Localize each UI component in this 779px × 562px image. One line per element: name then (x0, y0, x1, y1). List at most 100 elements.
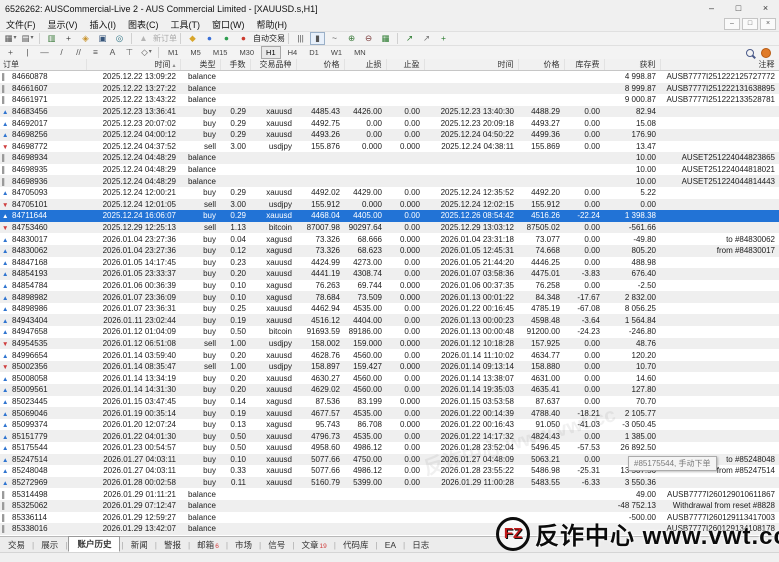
web-terminal-icon[interactable]: ● (219, 32, 234, 45)
history-center-icon[interactable]: ◆ (185, 32, 200, 45)
history-row[interactable]: ▌853144982026.01.29 01:11:21balance49.00… (0, 488, 779, 500)
history-row[interactable]: ▲850690462026.01.19 00:35:14buy0.19xauus… (0, 407, 779, 419)
zoom-in-icon[interactable]: ⊕ (344, 32, 359, 45)
history-row[interactable]: ▼849545352026.01.12 06:51:08sell1.00usdj… (0, 338, 779, 350)
col-header-open-price[interactable]: 价格 (296, 59, 344, 71)
bar-chart-mode-icon[interactable]: ||| (293, 32, 308, 45)
terminal-icon[interactable]: ▣ (95, 32, 110, 45)
autotrade-label[interactable]: 自动交易 (253, 33, 285, 44)
history-row[interactable]: ▼847051012025.12.24 12:01:05sell3.00usdj… (0, 199, 779, 211)
history-row[interactable]: ▌846619712025.12.22 13:43:22balance9 000… (0, 94, 779, 106)
profiles-icon[interactable]: ▤▾ (20, 32, 35, 45)
tab-日志[interactable]: 日志 (406, 538, 435, 552)
tab-EA[interactable]: EA (379, 539, 402, 551)
col-header-open-time[interactable]: 时间▴ (86, 59, 180, 71)
tab-新闻[interactable]: 新闻 (125, 538, 154, 552)
mdi-restore-button[interactable]: □ (742, 18, 758, 30)
history-row[interactable]: ▲850080582026.01.14 13:34:19buy0.20xauus… (0, 372, 779, 384)
menu-item-f[interactable]: 文件(F) (0, 18, 42, 31)
tab-邮箱[interactable]: 邮箱6 (191, 538, 225, 552)
tab-市场[interactable]: 市场 (229, 538, 258, 552)
tab-账户历史[interactable]: 账户历史 (68, 536, 120, 552)
search-icon[interactable] (746, 49, 754, 57)
candlestick-mode-icon[interactable]: ▮ (310, 32, 325, 45)
timeframe-d1[interactable]: D1 (304, 46, 324, 59)
menu-item-c[interactable]: 图表(C) (122, 18, 165, 31)
menu-item-w[interactable]: 窗口(W) (206, 18, 251, 31)
alert-icon[interactable] (761, 48, 771, 58)
history-row[interactable]: ▲850993742026.01.20 12:07:24buy0.13xagus… (0, 419, 779, 431)
trendline-tool-icon[interactable]: / (54, 46, 69, 59)
maximize-button[interactable]: □ (725, 0, 752, 17)
text-tool-icon[interactable]: A (105, 46, 120, 59)
strategy-tester-icon[interactable]: ◎ (112, 32, 127, 45)
history-row[interactable]: ▲849476582026.01.12 01:04:09buy0.50bitco… (0, 326, 779, 338)
horizontal-line-tool-icon[interactable]: — (37, 46, 52, 59)
history-row[interactable]: ▼846987722025.12.24 04:37:52sell3.00usdj… (0, 141, 779, 153)
history-row[interactable]: ▲848300172026.01.04 23:27:36buy0.04xagus… (0, 233, 779, 245)
data-window-icon[interactable]: + (61, 32, 76, 45)
history-row[interactable]: ▲849434042026.01.11 23:02:44buy0.19xauus… (0, 314, 779, 326)
menu-item-t[interactable]: 工具(T) (165, 18, 207, 31)
history-row[interactable]: ▼847534602025.12.29 12:25:13sell1.13bitc… (0, 222, 779, 234)
history-row[interactable]: ▌853250622026.01.29 07:12:47balance-48 7… (0, 500, 779, 512)
history-row[interactable]: ▲848300622026.01.04 23:27:36buy0.12xagus… (0, 245, 779, 257)
history-row[interactable]: ▲851517792026.01.22 04:01:30buy0.50xauus… (0, 430, 779, 442)
history-row[interactable]: ▲848989862026.01.07 23:36:31buy0.25xauus… (0, 303, 779, 315)
col-header-close-price[interactable]: 价格 (518, 59, 564, 71)
history-row[interactable]: ▲848541932026.01.05 23:33:37buy0.20xauus… (0, 268, 779, 280)
col-header-swap[interactable]: 库存费 (564, 59, 604, 71)
history-row[interactable]: ▲850095612026.01.14 14:31:30buy0.20xauus… (0, 384, 779, 396)
menu-item-h[interactable]: 帮助(H) (251, 18, 294, 31)
zoom-out-icon[interactable]: ⊖ (361, 32, 376, 45)
tab-文章[interactable]: 文章19 (296, 538, 333, 552)
timeframe-mn[interactable]: MN (349, 46, 371, 59)
history-row[interactable]: ▲848989822026.01.07 23:36:09buy0.10xagus… (0, 291, 779, 303)
timeframe-h1[interactable]: H1 (261, 46, 281, 59)
history-row[interactable]: ▲852729692026.01.28 00:02:58buy0.11xauus… (0, 477, 779, 489)
history-row[interactable]: ▲849966542026.01.14 03:59:40buy0.20xauus… (0, 349, 779, 361)
add-indicator-icon[interactable]: + (436, 32, 451, 45)
timeframe-m30[interactable]: M30 (234, 46, 259, 59)
col-header-tp[interactable]: 止盈 (386, 59, 424, 71)
tab-信号[interactable]: 信号 (262, 538, 291, 552)
timeframe-w1[interactable]: W1 (326, 46, 347, 59)
col-header-sl[interactable]: 止损 (344, 59, 386, 71)
autotrade-icon[interactable]: ● (236, 32, 251, 45)
tab-代码库[interactable]: 代码库 (337, 538, 375, 552)
history-row[interactable]: ▌846989362025.12.24 04:48:29balance10.00… (0, 175, 779, 187)
col-header-lots[interactable]: 手数 (220, 59, 250, 71)
col-header-type[interactable]: 类型 (180, 59, 220, 71)
vertical-line-tool-icon[interactable]: | (20, 46, 35, 59)
history-row[interactable]: ▼850023562026.01.14 08:35:47sell1.00usdj… (0, 361, 779, 373)
col-header-close-time[interactable]: 时间 (424, 59, 518, 71)
col-header-symbol[interactable]: 交易品种 (250, 59, 296, 71)
new-chart-icon[interactable]: ▦▾ (3, 32, 18, 45)
timeframe-h4[interactable]: H4 (283, 46, 303, 59)
history-row[interactable]: ▲846982562025.12.24 04:00:12buy0.29xauus… (0, 129, 779, 141)
history-row[interactable]: ▲848547842026.01.06 00:36:39buy0.10xagus… (0, 280, 779, 292)
new-order-label[interactable]: 新订单 (153, 33, 177, 44)
tab-交易[interactable]: 交易 (2, 538, 31, 552)
crosshair-tool-icon[interactable]: + (3, 46, 18, 59)
channel-tool-icon[interactable]: // (71, 46, 86, 59)
history-row[interactable]: ▌846989342025.12.24 04:48:29balance10.00… (0, 152, 779, 164)
col-header-profit[interactable]: 获利 (604, 59, 660, 71)
indicator-list-icon[interactable]: ↗ (419, 32, 434, 45)
close-button[interactable]: × (752, 0, 779, 17)
indicators-icon[interactable]: ↗ (402, 32, 417, 45)
menu-item-v[interactable]: 显示(V) (42, 18, 84, 31)
tab-展示[interactable]: 展示 (35, 538, 64, 552)
timeframe-m1[interactable]: M1 (163, 46, 183, 59)
new-order-icon[interactable]: ▲ (136, 32, 151, 45)
tile-windows-icon[interactable]: ▦ (378, 32, 393, 45)
tab-警报[interactable]: 警报 (158, 538, 187, 552)
col-header-comment[interactable]: 注释 (660, 59, 779, 71)
community-icon[interactable]: ● (202, 32, 217, 45)
history-row[interactable]: ▲847116442025.12.24 16:06:07buy0.29xauus… (0, 210, 779, 222)
history-row[interactable]: ▲846834562025.12.23 13:36:41buy0.29xauus… (0, 106, 779, 118)
navigator-icon[interactable]: ◈ (78, 32, 93, 45)
col-header-order[interactable]: 订单 (0, 59, 86, 71)
mdi-minimize-button[interactable]: – (724, 18, 740, 30)
history-row[interactable]: ▌846616072025.12.22 13:27:22balance8 999… (0, 83, 779, 95)
